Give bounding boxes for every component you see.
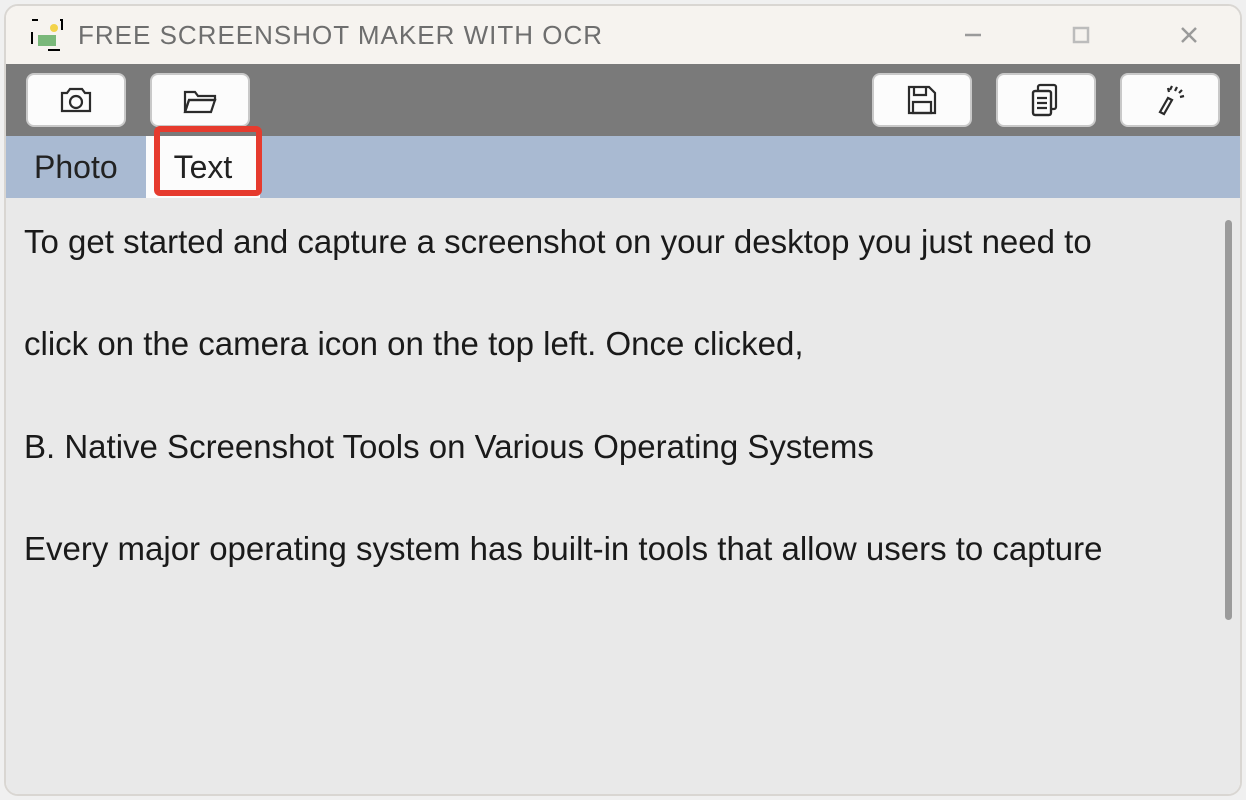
clear-button[interactable] xyxy=(1120,73,1220,127)
content-area: To get started and capture a screenshot … xyxy=(6,198,1240,794)
tab-text-label: Text xyxy=(174,149,233,186)
tab-photo[interactable]: Photo xyxy=(6,136,146,198)
open-folder-button[interactable] xyxy=(150,73,250,127)
titlebar: FREE SCREENSHOT MAKER WITH OCR xyxy=(6,6,1240,64)
copy-icon xyxy=(1026,80,1066,120)
save-icon xyxy=(902,80,942,120)
toolbar xyxy=(6,64,1240,136)
camera-icon xyxy=(56,80,96,120)
tab-photo-label: Photo xyxy=(34,149,118,186)
tabs-row: Photo Text xyxy=(6,136,1240,198)
app-window: FREE SCREENSHOT MAKER WITH OCR xyxy=(4,4,1242,796)
app-icon xyxy=(30,18,64,52)
brush-icon xyxy=(1150,80,1190,120)
tab-text[interactable]: Text xyxy=(146,136,261,198)
maximize-button[interactable] xyxy=(1058,12,1104,58)
camera-button[interactable] xyxy=(26,73,126,127)
window-title: FREE SCREENSHOT MAKER WITH OCR xyxy=(78,20,950,51)
minimize-button[interactable] xyxy=(950,12,996,58)
ocr-text-output[interactable]: To get started and capture a screenshot … xyxy=(24,216,1200,574)
scrollbar-thumb[interactable] xyxy=(1225,220,1232,620)
copy-button[interactable] xyxy=(996,73,1096,127)
folder-open-icon xyxy=(180,80,220,120)
save-button[interactable] xyxy=(872,73,972,127)
close-button[interactable] xyxy=(1166,12,1212,58)
window-controls xyxy=(950,12,1212,58)
